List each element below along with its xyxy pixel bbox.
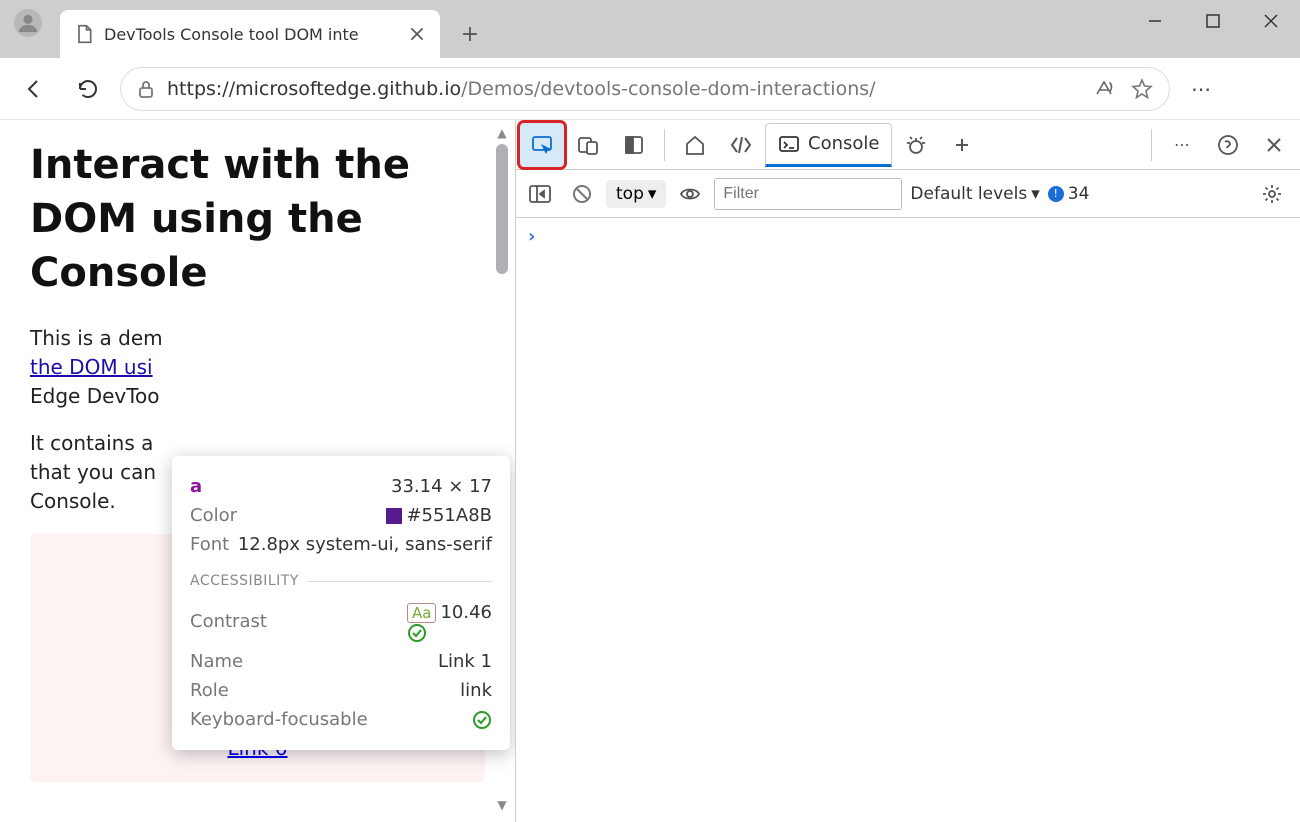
- console-tab[interactable]: Console: [765, 123, 892, 167]
- inspect-element-button[interactable]: [520, 123, 564, 167]
- profile-icon[interactable]: [14, 9, 42, 37]
- maximize-button[interactable]: [1184, 0, 1242, 42]
- devtools-help-button[interactable]: [1206, 123, 1250, 167]
- welcome-tab[interactable]: [673, 123, 717, 167]
- color-swatch: [386, 508, 402, 524]
- url-text: https://microsoftedge.github.io/Demos/de…: [167, 78, 876, 100]
- inspector-tooltip: a33.14 × 17 Color#551A8B Font12.8px syst…: [172, 456, 510, 750]
- browser-tab[interactable]: DevTools Console tool DOM inte: [60, 10, 440, 58]
- lock-icon: [137, 80, 155, 98]
- page-content: Interact with the DOM using the Console …: [0, 120, 515, 822]
- favorite-icon[interactable]: [1131, 78, 1153, 100]
- read-aloud-icon[interactable]: [1093, 78, 1115, 100]
- dock-side-button[interactable]: [612, 123, 656, 167]
- issues-tab[interactable]: [894, 123, 938, 167]
- tooltip-tag: a: [190, 476, 202, 497]
- toggle-sidebar-button[interactable]: [522, 178, 558, 210]
- more-tabs-button[interactable]: [940, 123, 984, 167]
- tooltip-dimensions: 33.14 × 17: [391, 476, 492, 497]
- close-tab-icon[interactable]: [408, 25, 426, 43]
- new-tab-button[interactable]: +: [452, 16, 488, 52]
- devtools-pane: Console ⋯ top ▾: [515, 120, 1300, 822]
- check-icon: [472, 710, 492, 730]
- clear-console-button[interactable]: [566, 178, 598, 210]
- browser-menu-button[interactable]: ⋯: [1180, 67, 1224, 111]
- issues-counter[interactable]: !34: [1048, 184, 1090, 204]
- check-icon: [407, 623, 492, 643]
- close-window-button[interactable]: [1242, 0, 1300, 42]
- elements-tab[interactable]: [719, 123, 763, 167]
- devtools-more-button[interactable]: ⋯: [1160, 123, 1204, 167]
- devtools-close-button[interactable]: [1252, 123, 1296, 167]
- filter-input[interactable]: [714, 178, 902, 210]
- page-heading: Interact with the DOM using the Console: [30, 138, 485, 300]
- console-prompt-icon: ›: [528, 226, 535, 247]
- minimize-button[interactable]: [1126, 0, 1184, 42]
- console-icon: [778, 133, 800, 155]
- page-link[interactable]: the DOM usi: [30, 355, 153, 379]
- page-paragraph-1: This is a dem the DOM usi Edge DevToo: [30, 324, 485, 411]
- tab-title: DevTools Console tool DOM inte: [104, 25, 398, 44]
- issue-badge-icon: !: [1048, 186, 1064, 202]
- page-icon: [74, 24, 94, 44]
- live-expression-button[interactable]: [674, 178, 706, 210]
- device-emulation-button[interactable]: [566, 123, 610, 167]
- back-button[interactable]: [12, 67, 56, 111]
- address-bar[interactable]: https://microsoftedge.github.io/Demos/de…: [120, 67, 1170, 111]
- refresh-button[interactable]: [66, 67, 110, 111]
- log-levels-dropdown[interactable]: Default levels ▾: [910, 184, 1039, 204]
- console-body[interactable]: ›: [516, 218, 1300, 822]
- context-selector[interactable]: top ▾: [606, 180, 666, 208]
- console-settings-button[interactable]: [1250, 172, 1294, 216]
